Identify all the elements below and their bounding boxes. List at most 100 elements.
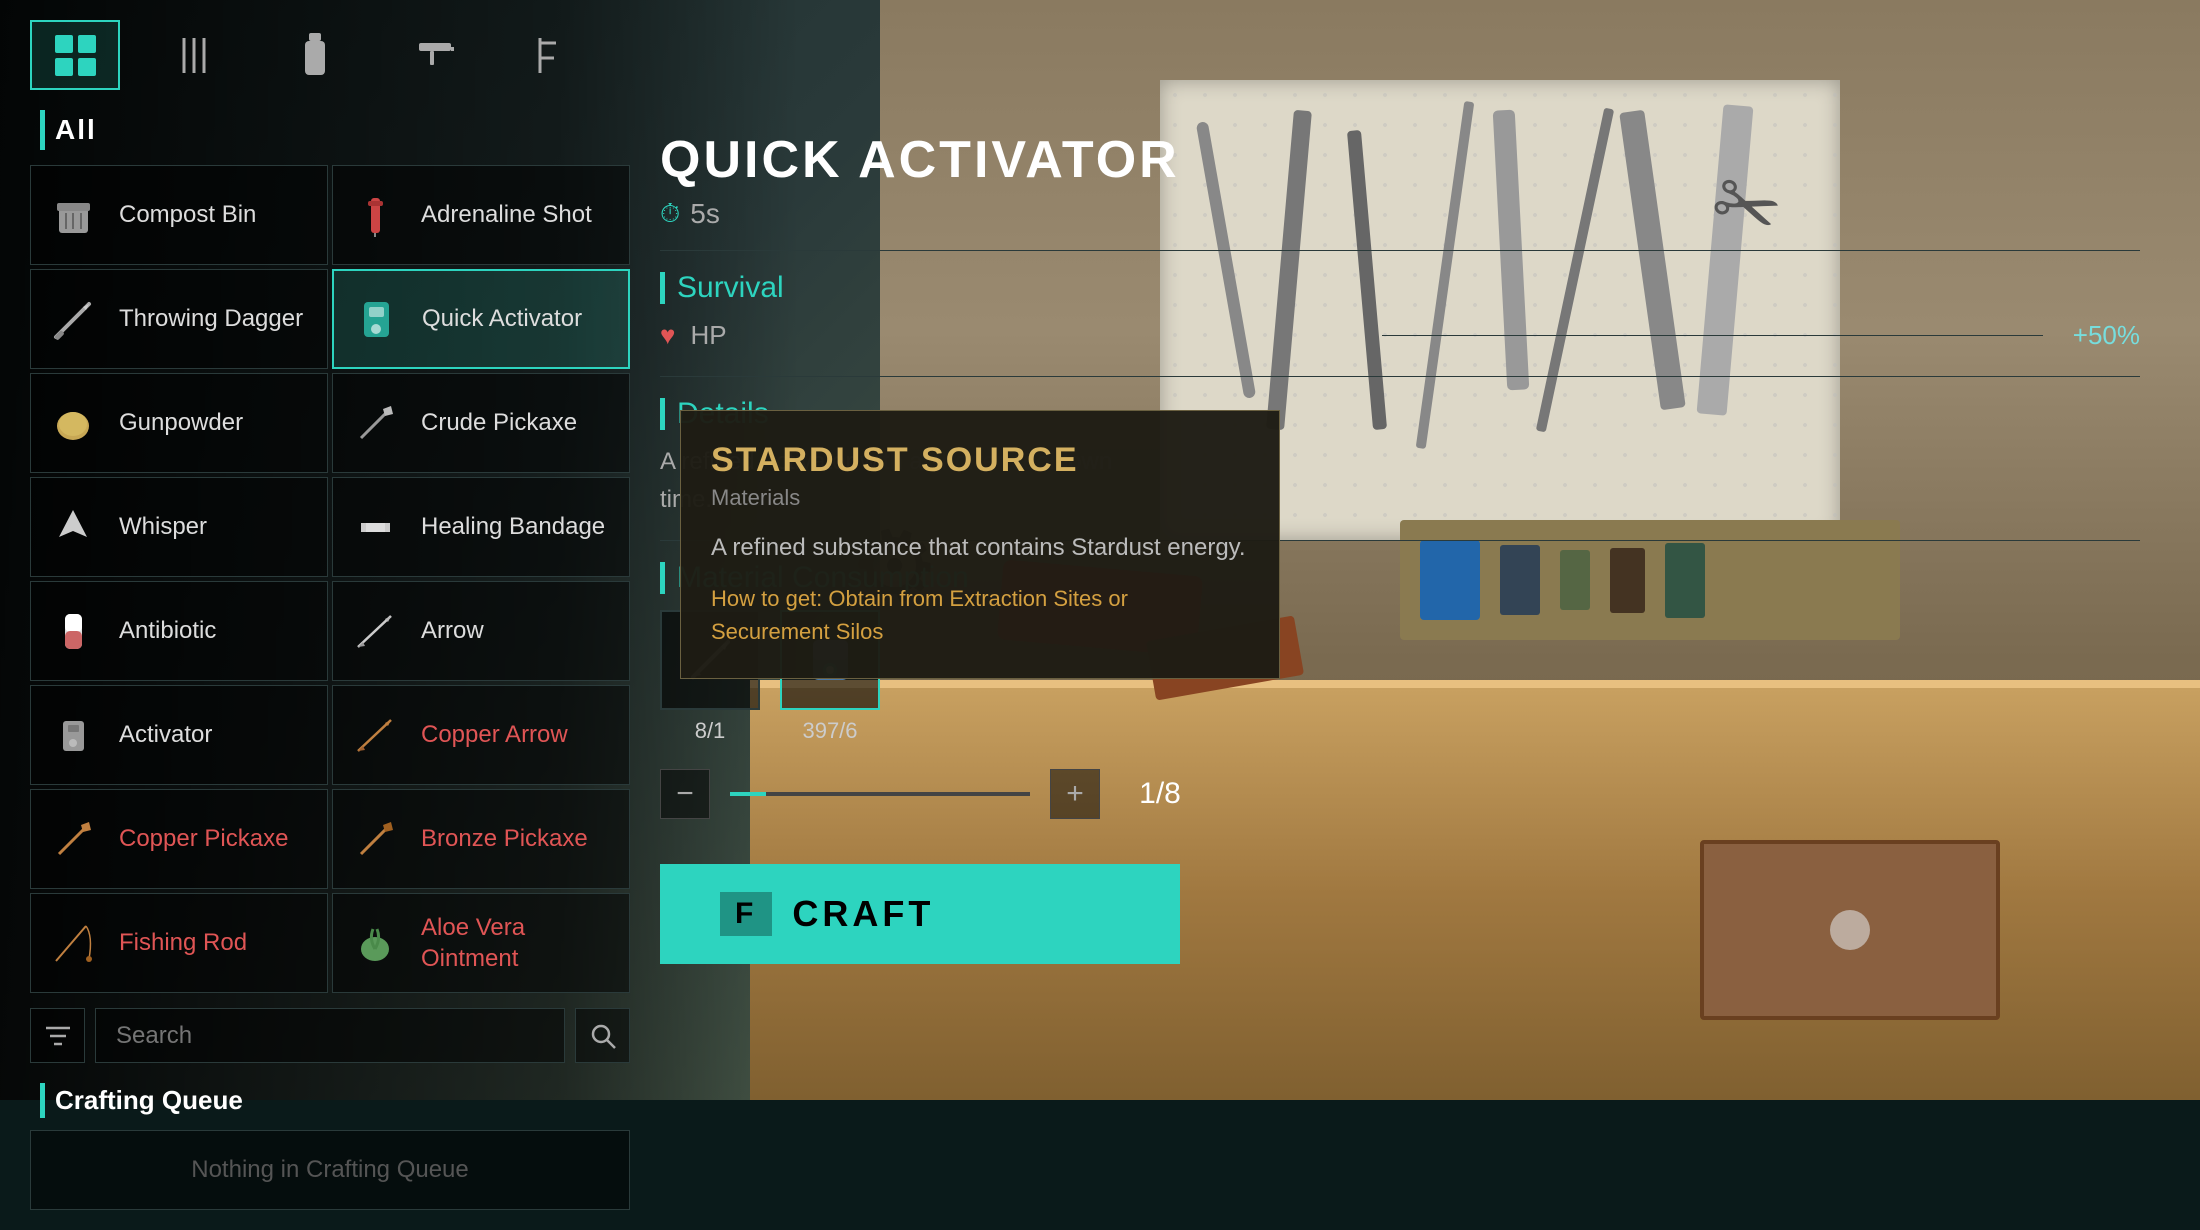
stardust-tooltip: STARDUST SOURCE Materials A refined subs… [680,410,1280,679]
quantity-selector: − + 1/8 [660,759,2140,829]
item-bronze-pickaxe[interactable]: Bronze Pickaxe [332,789,630,889]
hp-icon: ♥ [660,320,675,351]
item-name-antibiotic: Antibiotic [119,615,216,646]
hp-label: HP [690,320,1351,351]
quantity-increase[interactable]: + [1050,769,1100,819]
top-navigation [0,0,2200,110]
item-name-healing-bandage: Healing Bandage [421,511,605,542]
items-grid: Compost Bin Adrenaline Shot [30,165,630,993]
item-name-copper-pickaxe: Copper Pickaxe [119,823,288,854]
survival-label: Survival [677,271,784,305]
nav-tab-tools[interactable] [150,20,240,90]
cooldown-value: 5s [690,198,720,230]
fishing-rod-icon [46,916,101,971]
main-ui: All Compost Bin [0,0,2200,1100]
item-compost-bin[interactable]: Compost Bin [30,165,328,265]
craft-key: F [720,892,772,936]
search-input[interactable] [95,1008,565,1063]
tooltip-howto: How to get: Obtain from Extraction Sites… [711,582,1249,648]
item-name-crude-pickaxe: Crude Pickaxe [421,407,577,438]
nav-tab-consumables[interactable] [270,20,360,90]
detail-title: QUICK ACTIVATOR [660,130,2140,190]
item-arrow[interactable]: Arrow [332,581,630,681]
search-button[interactable] [575,1008,630,1063]
copper-arrow-icon [348,708,403,763]
item-whisper[interactable]: Whisper [30,477,328,577]
detail-cooldown: ⏱ 5s [660,198,2140,230]
category-header: All [30,110,630,165]
tooltip-title: STARDUST SOURCE [711,441,1249,480]
section-bar-survival [660,272,665,304]
left-panel: All Compost Bin [30,110,630,1210]
search-bar [30,998,630,1073]
quantity-display: 1/8 [1120,777,1200,811]
item-name-quick-activator: Quick Activator [422,303,582,334]
quantity-slider[interactable] [730,792,1030,796]
item-name-adrenaline-shot: Adrenaline Shot [421,199,592,230]
item-name-bronze-pickaxe: Bronze Pickaxe [421,823,588,854]
item-name-gunpowder: Gunpowder [119,407,243,438]
item-fishing-rod[interactable]: Fishing Rod [30,893,328,993]
whisper-icon [46,500,101,555]
clock-icon: ⏱ [660,198,680,230]
item-quick-activator[interactable]: Quick Activator [332,269,630,369]
craft-button[interactable]: F CRAFT [660,864,1180,964]
item-copper-pickaxe[interactable]: Copper Pickaxe [30,789,328,889]
divider-2 [660,376,2140,377]
queue-content: Nothing in Crafting Queue [30,1130,630,1210]
craft-label: CRAFT [792,893,934,935]
queue-bar [40,1083,45,1118]
bronze-pickaxe-icon [348,812,403,867]
item-name-compost-bin: Compost Bin [119,199,256,230]
item-name-activator: Activator [119,719,212,750]
hp-value: +50% [2073,320,2140,351]
divider-1 [660,250,2140,251]
crude-pickaxe-icon [348,396,403,451]
hp-stat-row: ♥ HP +50% [660,315,2140,356]
arrow-icon [348,604,403,659]
content-area: All Compost Bin [0,110,2200,1230]
throwing-dagger-icon [46,292,101,347]
crafting-queue: Crafting Queue Nothing in Crafting Queue [30,1083,630,1210]
stat-divider [1382,335,2043,336]
adrenaline-shot-icon [348,188,403,243]
section-bar-details [660,398,665,430]
item-name-copper-arrow: Copper Arrow [421,719,568,750]
material-count-1: 397/6 [802,718,857,744]
aloe-vera-icon [348,916,403,971]
gunpowder-icon [46,396,101,451]
tooltip-description: A refined substance that contains Stardu… [711,529,1249,567]
quick-activator-icon [349,292,404,347]
quantity-decrease[interactable]: − [660,769,710,819]
item-copper-arrow[interactable]: Copper Arrow [332,685,630,785]
item-crude-pickaxe[interactable]: Crude Pickaxe [332,373,630,473]
item-gunpowder[interactable]: Gunpowder [30,373,328,473]
item-activator[interactable]: Activator [30,685,328,785]
queue-empty-message: Nothing in Crafting Queue [191,1156,469,1184]
category-bar [40,110,45,150]
item-name-arrow: Arrow [421,615,484,646]
compost-bin-icon [46,188,101,243]
craft-button-container: F CRAFT [660,864,2140,964]
item-name-whisper: Whisper [119,511,207,542]
queue-label: Crafting Queue [55,1085,243,1116]
item-healing-bandage[interactable]: Healing Bandage [332,477,630,577]
healing-bandage-icon [348,500,403,555]
copper-pickaxe-icon [46,812,101,867]
item-name-fishing-rod: Fishing Rod [119,927,247,958]
section-bar-material [660,562,665,594]
item-throwing-dagger[interactable]: Throwing Dagger [30,269,328,369]
item-name-throwing-dagger: Throwing Dagger [119,303,303,334]
nav-tab-weapons[interactable] [390,20,480,90]
queue-header: Crafting Queue [30,1083,630,1130]
filter-button[interactable] [30,1008,85,1063]
item-aloe-vera-ointment[interactable]: Aloe Vera Ointment [332,893,630,993]
activator-icon [46,708,101,763]
survival-section-title: Survival [660,271,2140,305]
antibiotic-icon [46,604,101,659]
item-adrenaline-shot[interactable]: Adrenaline Shot [332,165,630,265]
nav-tab-resources[interactable] [510,20,600,90]
item-antibiotic[interactable]: Antibiotic [30,581,328,681]
nav-tab-all[interactable] [30,20,120,90]
category-label: All [55,114,97,146]
